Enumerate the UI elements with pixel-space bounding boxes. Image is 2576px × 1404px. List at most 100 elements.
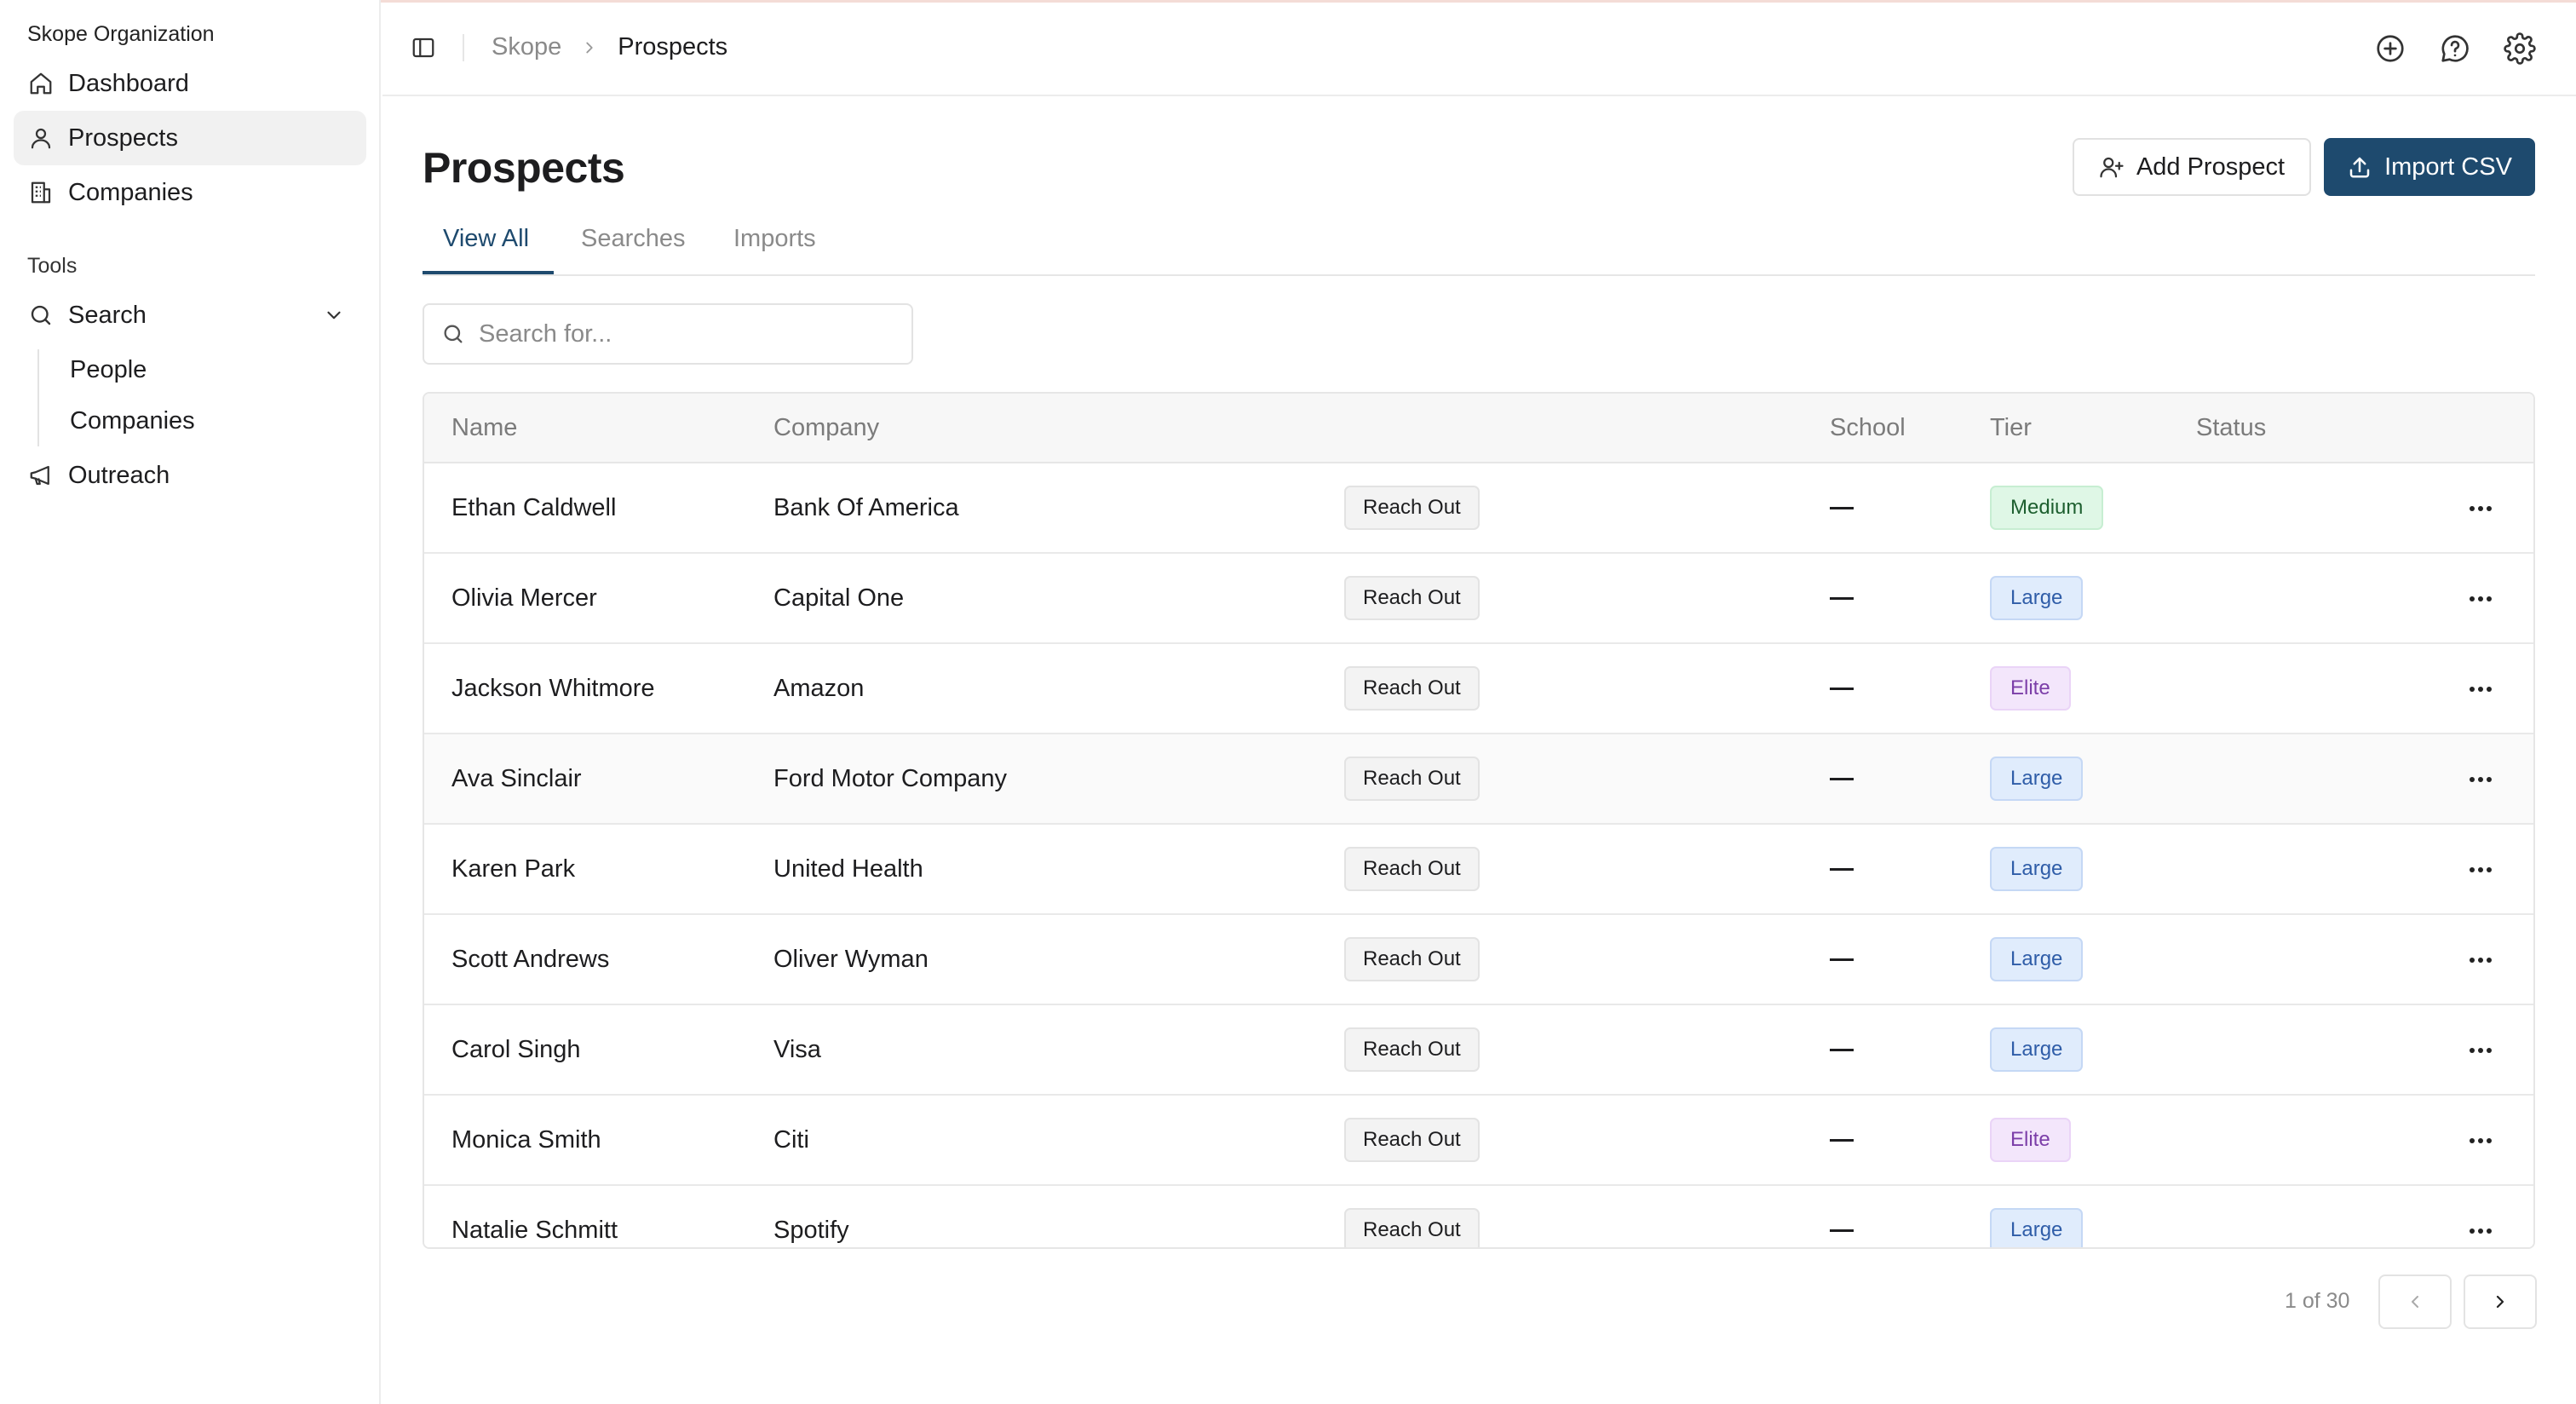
more-options-icon[interactable] bbox=[2464, 1036, 2498, 1065]
sidebar-toggle-icon[interactable] bbox=[408, 32, 439, 63]
column-header-school[interactable]: School bbox=[1830, 414, 1906, 442]
column-header-status[interactable]: Status bbox=[2196, 414, 2266, 442]
add-prospect-button[interactable]: Add Prospect bbox=[2073, 138, 2311, 196]
chat-help-icon[interactable] bbox=[2437, 31, 2473, 66]
import-csv-button[interactable]: Import CSV bbox=[2324, 138, 2535, 196]
sidebar-item-prospects[interactable]: Prospects bbox=[14, 111, 366, 165]
sidebar-item-outreach[interactable]: Outreach bbox=[14, 448, 366, 503]
more-options-icon[interactable] bbox=[2464, 494, 2498, 523]
prospect-name[interactable]: Natalie Schmitt bbox=[451, 1217, 618, 1245]
tier-badge: Large bbox=[1990, 757, 2084, 801]
more-options-icon[interactable] bbox=[2464, 584, 2498, 613]
empty-school-dash bbox=[1830, 597, 1854, 600]
prospect-company: Oliver Wyman bbox=[773, 946, 929, 973]
breadcrumb-current: Prospects bbox=[618, 33, 728, 60]
sidebar-item-label: Companies bbox=[68, 178, 193, 206]
tier-badge: Large bbox=[1990, 847, 2084, 891]
column-header-tier[interactable]: Tier bbox=[1990, 414, 2032, 442]
prospect-company: Spotify bbox=[773, 1217, 849, 1244]
settings-gear-icon[interactable] bbox=[2502, 31, 2538, 66]
status-button[interactable]: Reach Out bbox=[1344, 757, 1480, 801]
empty-school-dash bbox=[1830, 1049, 1854, 1051]
header-divider bbox=[463, 34, 464, 61]
more-options-icon[interactable] bbox=[2464, 1126, 2498, 1155]
sidebar-subitem-companies[interactable]: Companies bbox=[70, 407, 195, 435]
status-button[interactable]: Reach Out bbox=[1344, 1118, 1480, 1162]
prospect-company: Visa bbox=[773, 1036, 821, 1063]
sidebar-subitem-people[interactable]: People bbox=[70, 356, 147, 384]
tier-badge: Elite bbox=[1990, 1118, 2071, 1162]
chevron-right-icon bbox=[580, 38, 599, 57]
breadcrumb: Skope Prospects bbox=[492, 33, 727, 61]
table-row[interactable]: Karen Park United Health Large Reach Out bbox=[424, 825, 2533, 915]
column-header-company[interactable]: Company bbox=[773, 414, 879, 442]
megaphone-icon bbox=[27, 462, 55, 489]
more-options-icon[interactable] bbox=[2464, 855, 2498, 884]
tier-badge: Elite bbox=[1990, 666, 2071, 711]
prospect-name[interactable]: Olivia Mercer bbox=[451, 584, 597, 613]
sidebar-item-dashboard[interactable]: Dashboard bbox=[14, 56, 366, 111]
status-button[interactable]: Reach Out bbox=[1344, 847, 1480, 891]
status-button[interactable]: Reach Out bbox=[1344, 486, 1480, 530]
next-page-button[interactable] bbox=[2464, 1275, 2537, 1329]
sidebar-item-companies[interactable]: Companies bbox=[14, 165, 366, 220]
top-header: Skope Prospects bbox=[382, 0, 2576, 96]
table-row[interactable]: Carol Singh Visa Large Reach Out bbox=[424, 1005, 2533, 1096]
sidebar-item-label: Prospects bbox=[68, 124, 178, 152]
empty-school-dash bbox=[1830, 1229, 1854, 1232]
pagination-status: 1 of 30 bbox=[2285, 1289, 2350, 1313]
add-circle-icon[interactable] bbox=[2372, 31, 2408, 66]
prospect-name[interactable]: Ava Sinclair bbox=[451, 765, 582, 793]
prospect-name[interactable]: Jackson Whitmore bbox=[451, 675, 655, 703]
breadcrumb-root[interactable]: Skope bbox=[492, 33, 561, 61]
prospect-name[interactable]: Ethan Caldwell bbox=[451, 494, 616, 522]
table-row[interactable]: Jackson Whitmore Amazon Elite Reach Out bbox=[424, 644, 2533, 734]
tab-view-all[interactable]: View All bbox=[443, 225, 529, 253]
more-options-icon[interactable] bbox=[2464, 946, 2498, 975]
organization-name: Skope Organization bbox=[27, 22, 215, 46]
more-options-icon[interactable] bbox=[2464, 1217, 2498, 1246]
status-button[interactable]: Reach Out bbox=[1344, 576, 1480, 620]
prospect-company: Bank Of America bbox=[773, 494, 959, 521]
table-row[interactable]: Ethan Caldwell Bank Of America Medium Reach… bbox=[424, 463, 2533, 554]
add-prospect-label: Add Prospect bbox=[2136, 152, 2286, 181]
table-row[interactable]: Scott Andrews Oliver Wyman Large Reach Out bbox=[424, 915, 2533, 1005]
search-input[interactable] bbox=[479, 319, 888, 348]
status-button[interactable]: Reach Out bbox=[1344, 1027, 1480, 1072]
prospect-name[interactable]: Monica Smith bbox=[451, 1126, 601, 1154]
status-button[interactable]: Reach Out bbox=[1344, 1208, 1480, 1247]
empty-school-dash bbox=[1830, 1139, 1854, 1142]
prospect-name[interactable]: Karen Park bbox=[451, 855, 575, 883]
chevron-right-icon bbox=[2490, 1292, 2510, 1312]
chevron-down-icon[interactable] bbox=[320, 302, 348, 329]
tier-badge: Large bbox=[1990, 1027, 2084, 1072]
tier-badge: Large bbox=[1990, 576, 2084, 620]
more-options-icon[interactable] bbox=[2464, 765, 2498, 794]
upload-icon bbox=[2347, 154, 2372, 180]
tab-searches[interactable]: Searches bbox=[581, 225, 686, 253]
status-button[interactable]: Reach Out bbox=[1344, 666, 1480, 711]
active-tab-indicator bbox=[423, 271, 554, 274]
sidebar-item-search[interactable]: Search bbox=[14, 288, 366, 342]
prospect-name[interactable]: Carol Singh bbox=[451, 1036, 581, 1064]
prospect-search-box[interactable] bbox=[423, 303, 913, 365]
table-row[interactable]: Olivia Mercer Capital One Large Reach Out bbox=[424, 554, 2533, 644]
empty-school-dash bbox=[1830, 958, 1854, 961]
table-row[interactable]: Ava Sinclair Ford Motor Company Large Reach… bbox=[424, 734, 2533, 825]
sidebar-item-label: Outreach bbox=[68, 461, 170, 489]
status-button[interactable]: Reach Out bbox=[1344, 937, 1480, 981]
user-icon bbox=[27, 124, 55, 152]
table-row[interactable]: Natalie Schmitt Spotify Large Reach Out bbox=[424, 1186, 2533, 1247]
previous-page-button[interactable] bbox=[2378, 1275, 2452, 1329]
prospect-name[interactable]: Scott Andrews bbox=[451, 946, 609, 974]
more-options-icon[interactable] bbox=[2464, 675, 2498, 704]
tier-badge: Large bbox=[1990, 937, 2084, 981]
page-title: Prospects bbox=[423, 144, 625, 192]
table-row[interactable]: Monica Smith Citi Elite Reach Out bbox=[424, 1096, 2533, 1186]
tab-imports[interactable]: Imports bbox=[733, 225, 816, 253]
sidebar-item-label: Search bbox=[68, 301, 147, 329]
empty-school-dash bbox=[1830, 688, 1854, 690]
empty-school-dash bbox=[1830, 507, 1854, 509]
prospect-company: Capital One bbox=[773, 584, 905, 612]
column-header-name[interactable]: Name bbox=[451, 414, 517, 442]
